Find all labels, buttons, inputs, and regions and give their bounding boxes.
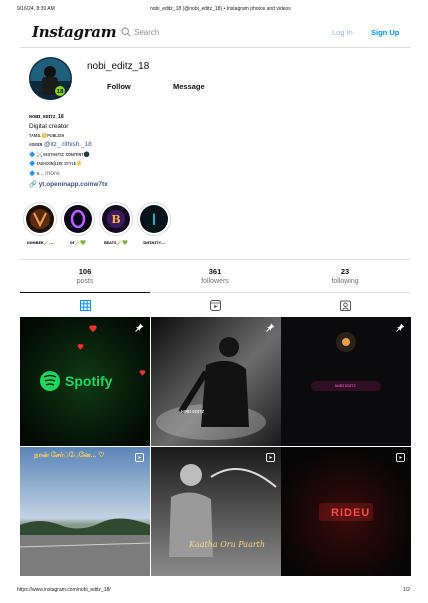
more-button[interactable]: more	[45, 170, 60, 177]
tab-reels[interactable]	[210, 298, 221, 316]
following-label: following	[331, 278, 359, 285]
post-thumbnail[interactable]: Kaatha Oru Paarth	[151, 447, 281, 576]
bio-line: 🔷 ⚔️ᴀᴇsᴛʜᴇᴛɪᴄ ᴄᴏɴᴛᴇɴᴛ🌑	[29, 152, 90, 158]
post-text: ɴᴏʙɪ ᴇᴅɪᴛᴢ	[181, 409, 205, 415]
post-thumbnail[interactable]: ɴᴏʙɪ ᴇᴅɪᴛᴢ	[281, 317, 411, 446]
instagram-logo[interactable]: Instagram	[32, 23, 117, 41]
reels-icon	[210, 300, 221, 311]
nav-divider	[20, 47, 410, 48]
post-thumbnail[interactable]: ɴᴏʙɪ ᴇᴅɪᴛᴢ	[151, 317, 281, 446]
svg-text:18: 18	[57, 89, 64, 95]
highlight-4[interactable]: I	[137, 202, 171, 236]
print-page-title: nobi_editz_18 (@nobi_editz_18) • Instagr…	[150, 6, 291, 12]
highlight-2[interactable]	[61, 202, 95, 236]
grid-icon	[80, 300, 91, 311]
post-text: RIDEU	[331, 507, 371, 519]
search-placeholder: Search	[134, 28, 160, 37]
signup-button[interactable]: Sign Up	[371, 28, 399, 37]
followers-count[interactable]: 361 followers	[185, 267, 245, 285]
following-value: 23	[340, 267, 350, 276]
post-text: Kaatha Oru Paarth	[189, 540, 266, 549]
top-navigation: Instagram Search Log In Sign Up	[0, 16, 428, 48]
pin-icon	[135, 323, 144, 332]
highlight-label: ᴏғ🪄💚	[69, 240, 87, 245]
post-thumbnail[interactable]: நான் சேர்ப்பேனே... ♡	[20, 447, 150, 576]
display-name: ɴᴏʙɪ_ᴇᴅɪᴛᴢ_18	[29, 114, 64, 120]
tab-tagged[interactable]	[340, 298, 351, 316]
highlight-label: ɴᴜᴍʙᴇʀ🪄...	[26, 240, 54, 245]
profile-link[interactable]: yt.openinapp.co/nw7tx	[39, 181, 108, 188]
stats-divider	[20, 259, 410, 260]
bio-line: 🔷 ғᴀsʜɪᴏɴ|ʟɪғᴇ sᴛʏʟᴇ☀️	[29, 161, 83, 167]
followers-label: followers	[201, 278, 229, 285]
message-button[interactable]: Message	[173, 82, 205, 91]
reels-icon	[266, 453, 275, 462]
pin-icon	[396, 323, 405, 332]
highlight-1[interactable]	[23, 202, 57, 236]
post-text: ɴᴏʙɪ ᴇᴅɪᴛᴢ	[335, 383, 356, 388]
posts-value: 106	[78, 267, 92, 276]
login-button[interactable]: Log In	[332, 28, 353, 37]
search-input[interactable]: Search	[121, 27, 191, 39]
active-tab-indicator	[20, 292, 150, 293]
tagged-icon	[340, 300, 351, 311]
highlight-label: ʙᴇᴀᴛs🪄💚	[103, 240, 129, 245]
highlight-label: ɪɴғɪɴɪᴛʏ...	[143, 240, 165, 245]
avatar[interactable]: 18	[29, 57, 72, 100]
follow-button[interactable]: Follow	[107, 82, 131, 91]
pin-icon	[266, 323, 275, 332]
posts-label: posts	[76, 278, 94, 285]
post-thumbnail[interactable]: Spotify	[20, 317, 150, 446]
admin-handle-link[interactable]: @itz_.rithish._18	[44, 141, 92, 148]
tab-posts[interactable]	[80, 298, 91, 316]
bio-line: ᴀᴅᴍɪɴ	[29, 142, 43, 148]
print-datetime: 9/16/24, 8:39 AM	[17, 6, 55, 12]
bio-line: ᴛᴀᴍɪʟ💥ᴘᴜʙʟɪsʜ	[29, 133, 65, 139]
following-count[interactable]: 23 following	[315, 267, 375, 285]
link-icon: 🔗	[29, 181, 37, 188]
print-url: https://www.instagram.com/nobi_editz_18/	[17, 587, 111, 593]
svg-text:B: B	[111, 213, 120, 226]
post-text: Spotify	[65, 373, 113, 389]
category: Digital creator	[29, 123, 69, 130]
bio-line: 🔷 ᴠ...	[29, 171, 44, 177]
reels-icon	[396, 453, 405, 462]
post-text: நான் சேர்ப்பேனே... ♡	[34, 452, 105, 459]
post-thumbnail[interactable]: RIDEU	[281, 447, 411, 576]
print-page-number: 1/2	[403, 587, 410, 593]
followers-value: 361	[208, 267, 222, 276]
search-icon	[121, 27, 131, 37]
posts-count: 106 posts	[55, 267, 115, 285]
profile-username: nobi_editz_18	[87, 61, 150, 72]
svg-text:I: I	[152, 210, 157, 229]
highlight-3[interactable]: B	[99, 202, 133, 236]
reels-icon	[135, 453, 144, 462]
